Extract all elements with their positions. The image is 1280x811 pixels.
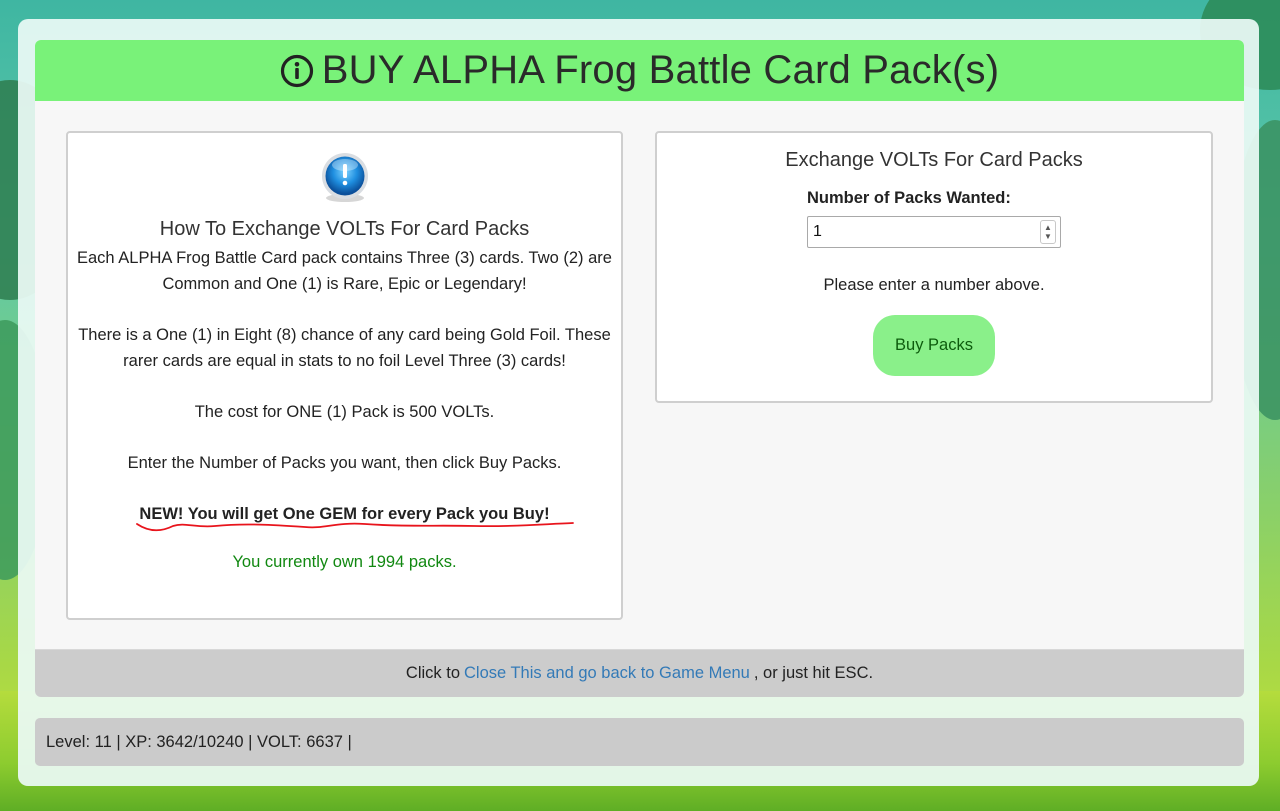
player-stats-text: Level: 11 | XP: 3642/10240 | VOLT: 6637 … bbox=[46, 732, 352, 751]
owned-packs-text: You currently own 1994 packs. bbox=[232, 552, 457, 571]
gold-foil-text: There is a One (1) in Eight (8) chance o… bbox=[78, 326, 611, 370]
close-modal-link[interactable]: Close This and go back to Game Menu bbox=[464, 664, 750, 683]
buy-packs-button[interactable]: Buy Packs bbox=[873, 315, 995, 376]
modal-footer: Click to Close This and go back to Game … bbox=[35, 649, 1244, 697]
info-circle-icon bbox=[280, 54, 313, 87]
packs-field-label: Number of Packs Wanted: bbox=[807, 189, 1011, 207]
footer-suffix: , or just hit ESC. bbox=[753, 664, 874, 682]
instructions-panel: How To Exchange VOLTs For Card Packs Eac… bbox=[66, 131, 623, 620]
spinner-down-icon[interactable]: ▼ bbox=[1044, 232, 1052, 241]
exchange-heading: Exchange VOLTs For Card Packs bbox=[785, 149, 1083, 171]
instructions-text: Enter the Number of Packs you want, then… bbox=[127, 453, 562, 472]
modal-header: BUY ALPHA Frog Battle Card Pack(s) bbox=[35, 40, 1244, 101]
exchange-panel: Exchange VOLTs For Card Packs Number of … bbox=[655, 131, 1213, 403]
instructions-heading: How To Exchange VOLTs For Card Packs bbox=[159, 218, 530, 240]
pack-cost-text: The cost for ONE (1) Pack is 500 VOLTs. bbox=[194, 403, 495, 421]
packs-field: Number of Packs Wanted: 1 ▲ ▼ bbox=[807, 189, 1061, 248]
info-orb-icon bbox=[321, 153, 368, 202]
enter-number-hint: Please enter a number above. bbox=[823, 276, 1045, 294]
player-status-bar: Level: 11 | XP: 3642/10240 | VOLT: 6637 … bbox=[35, 718, 1244, 766]
red-underline-annotation bbox=[136, 522, 575, 532]
packs-quantity-value: 1 bbox=[813, 223, 822, 240]
quantity-spinner[interactable]: ▲ ▼ bbox=[1040, 220, 1056, 244]
spinner-up-icon[interactable]: ▲ bbox=[1044, 223, 1052, 232]
footer-prefix: Click to bbox=[405, 664, 460, 682]
modal-title: BUY ALPHA Frog Battle Card Pack(s) bbox=[321, 48, 1000, 92]
packs-quantity-input[interactable]: 1 ▲ ▼ bbox=[807, 216, 1061, 248]
pack-contents-text: Each ALPHA Frog Battle Card pack contain… bbox=[77, 249, 612, 293]
buy-packs-modal: BUY ALPHA Frog Battle Card Pack(s) How T… bbox=[35, 40, 1244, 697]
new-gem-notice: NEW! You will get One GEM for every Pack… bbox=[136, 502, 575, 532]
